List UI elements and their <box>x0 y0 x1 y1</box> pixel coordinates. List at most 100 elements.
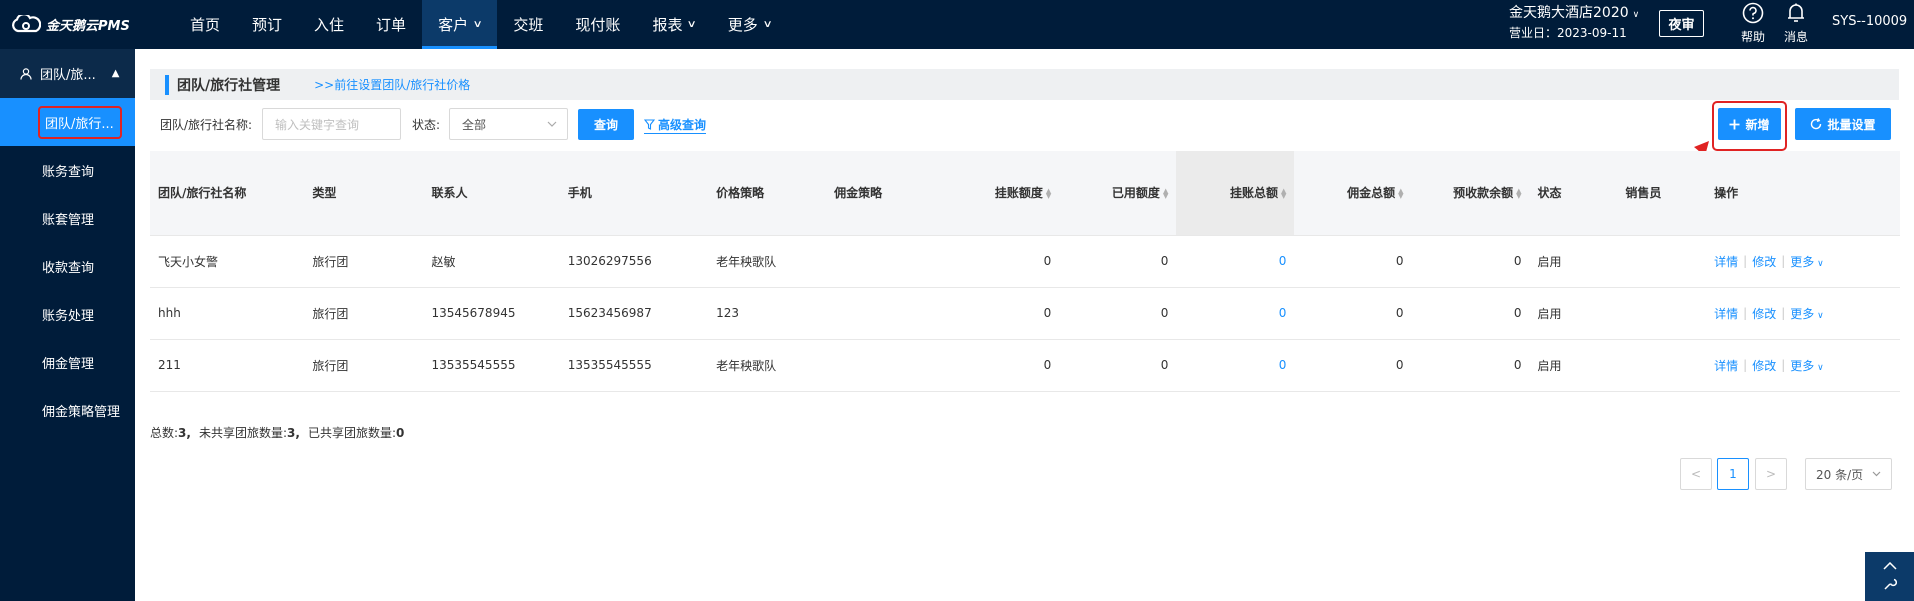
next-page-button[interactable]: > <box>1755 458 1787 490</box>
nav-item-label: 订单 <box>376 16 407 34</box>
page-size-select[interactable]: 20 条/页 <box>1805 458 1892 490</box>
brand-logo[interactable]: 金天鹅云PMS <box>11 13 130 35</box>
sort-icon: ▲ ▼ <box>1045 186 1052 200</box>
prev-page-button[interactable]: < <box>1680 458 1712 490</box>
section-marker <box>165 74 169 95</box>
sidebar-item-2[interactable]: 账套管理 <box>0 194 135 242</box>
night-audit-button[interactable]: 夜审 <box>1659 10 1704 37</box>
cell-type: 旅行团 <box>304 235 424 288</box>
nav-item-1[interactable]: 预订 <box>236 0 298 49</box>
column-header: 类型 <box>304 151 424 236</box>
nav-item-4[interactable]: 客户 ∨ <box>422 0 498 49</box>
nav-item-3[interactable]: 订单 <box>360 0 422 49</box>
column-header[interactable]: 已用额度 ▲ ▼ <box>1059 151 1177 236</box>
column-header: 联系人 <box>423 151 560 236</box>
price-settings-link[interactable]: >>前往设置团队/旅行社价格 <box>314 76 470 93</box>
cell-name: hhh <box>150 287 305 340</box>
chevron-down-icon: ∨ <box>472 19 483 30</box>
column-header[interactable]: 预收款余额 ▲ ▼ <box>1411 151 1530 236</box>
column-header[interactable]: 佣金总额 ▲ ▼ <box>1294 151 1412 236</box>
separator: | <box>1743 306 1748 320</box>
sidebar-item-6[interactable]: 佣金策略管理 <box>0 386 135 434</box>
nav-item-label: 首页 <box>190 16 221 34</box>
page-size-value: 20 条/页 <box>1816 467 1864 482</box>
message-button[interactable]: 消息 <box>1782 2 1810 45</box>
sidebar-item-label: 团队/旅行... <box>38 105 122 139</box>
help-button[interactable]: 帮助 <box>1739 2 1767 45</box>
name-search-input[interactable]: 输入关键字查询 <box>262 108 401 140</box>
more-menu[interactable]: 更多 ∨ <box>1790 253 1823 270</box>
edit-link[interactable]: 修改 <box>1752 253 1776 270</box>
batch-settings-label: 批量设置 <box>1827 117 1876 132</box>
nav-item-8[interactable]: 更多 ∨ <box>712 0 787 49</box>
more-menu[interactable]: 更多 ∨ <box>1790 357 1823 374</box>
row-actions: 详情 | 修改 | 更多 ∨ <box>1714 305 1892 322</box>
cell-type: 旅行团 <box>304 339 424 392</box>
section-header: 团队/旅行社管理 >>前往设置团队/旅行社价格 <box>150 69 1899 100</box>
sidebar-item-3[interactable]: 收款查询 <box>0 242 135 290</box>
detail-link[interactable]: 详情 <box>1714 253 1738 270</box>
message-label: 消息 <box>1783 30 1808 44</box>
sidebar-group-header[interactable]: 团队/旅... ▲ <box>0 49 135 98</box>
sidebar-item-label: 佣金管理 <box>42 356 95 372</box>
cell-contact: 13545678945 <box>423 287 560 340</box>
user-menu[interactable]: SYS--10009 <box>1832 14 1907 29</box>
sidebar-item-0[interactable]: 团队/旅行... <box>0 98 135 146</box>
nav-item-6[interactable]: 现付账 <box>559 0 636 49</box>
cell-credit-total[interactable]: 0 <box>1176 235 1295 288</box>
separator: | <box>1743 254 1748 268</box>
status-select-value: 全部 <box>462 117 487 132</box>
cell-credit-total[interactable]: 0 <box>1176 339 1295 392</box>
status-select[interactable]: 全部 <box>449 108 568 140</box>
nav-item-5[interactable]: 交班 <box>497 0 559 49</box>
advanced-query-button[interactable]: 高级查询 <box>644 116 707 134</box>
cell-sales <box>1617 287 1707 340</box>
chevron-down-icon <box>547 121 557 127</box>
edit-link[interactable]: 修改 <box>1752 357 1776 374</box>
cell-price-policy: 老年秧歌队 <box>708 235 827 288</box>
sidebar-item-4[interactable]: 账务处理 <box>0 290 135 338</box>
nav-item-7[interactable]: 报表 ∨ <box>636 0 711 49</box>
cell-phone: 13026297556 <box>559 235 709 288</box>
agency-table: 团队/旅行社名称 类型 联系人 手机 价格策略 佣金策略 挂账额度 ▲ ▼ 已用额度 ▲ ▼ 挂账总额 ▲… <box>150 151 1900 392</box>
cell-sales <box>1617 235 1707 288</box>
cell-credit-total[interactable]: 0 <box>1176 287 1295 340</box>
bell-icon <box>1788 3 1804 22</box>
sidebar-item-label: 账务查询 <box>42 164 95 180</box>
more-menu[interactable]: 更多 ∨ <box>1790 305 1823 322</box>
sidebar-menu: 团队/旅行... 账务查询账套管理 收款查询账务处理佣金管理佣金策略管理 <box>0 98 135 434</box>
page-number[interactable]: 1 <box>1717 458 1749 490</box>
edit-link[interactable]: 修改 <box>1752 305 1776 322</box>
back-to-top-icon <box>1882 561 1897 570</box>
sidebar-group-label: 团队/旅... <box>40 68 96 83</box>
sidebar-item-5[interactable]: 佣金管理 <box>0 338 135 386</box>
cell-contact: 赵敏 <box>423 235 560 288</box>
cloud-logo-icon <box>12 15 41 33</box>
cell-used-limit: 0 <box>1059 235 1177 288</box>
nav-item-2[interactable]: 入住 <box>298 0 360 49</box>
sidebar-item-1[interactable]: 账务查询 <box>0 146 135 194</box>
chevron-down-icon: ∨ <box>762 19 773 30</box>
query-button[interactable]: 查询 <box>578 109 634 140</box>
floating-toolbar[interactable] <box>1865 552 1914 601</box>
nav-item-0[interactable]: 首页 <box>174 0 236 49</box>
brand-name: 金天鹅云PMS <box>46 18 130 34</box>
table-body: 飞天小女警 旅行团 赵敏 13026297556 老年秧歌队 0 0 0 0 0 启用 详情 | 修改 | 更… <box>150 235 1900 392</box>
column-header: 价格策略 <box>708 151 827 236</box>
hotel-switcher[interactable]: 金天鹅大酒店2020 ∨ 营业日：2023-09-11 <box>1509 4 1639 42</box>
chevron-down-icon: ∨ <box>1814 362 1824 373</box>
batch-settings-button[interactable]: 批量设置 <box>1795 108 1891 140</box>
detail-link[interactable]: 详情 <box>1714 305 1738 322</box>
detail-link[interactable]: 详情 <box>1714 357 1738 374</box>
cell-prepaid-balance: 0 <box>1411 235 1530 288</box>
cell-commission-total: 0 <box>1294 339 1412 392</box>
add-button-highlight <box>1712 101 1787 151</box>
top-bar: 金天鹅云PMS 首页 预订 入住 订单 客户 ∨ 交班 现付账 报表 ∨ 更多 ∨ 金天鹅大酒店202… <box>0 0 1914 49</box>
row-actions: 详情 | 修改 | 更多 ∨ <box>1714 357 1892 374</box>
column-header[interactable]: 挂账总额 ▲ ▼ <box>1176 151 1295 236</box>
table-row: 211 旅行团 13535545555 13535545555 老年秧歌队 0 0 0 0 0 启用… <box>150 339 1900 392</box>
sidebar-item-label: 账务处理 <box>42 308 95 324</box>
cell-used-limit: 0 <box>1059 339 1177 392</box>
cell-credit-limit: 0 <box>944 235 1060 288</box>
column-header[interactable]: 挂账额度 ▲ ▼ <box>944 151 1060 236</box>
